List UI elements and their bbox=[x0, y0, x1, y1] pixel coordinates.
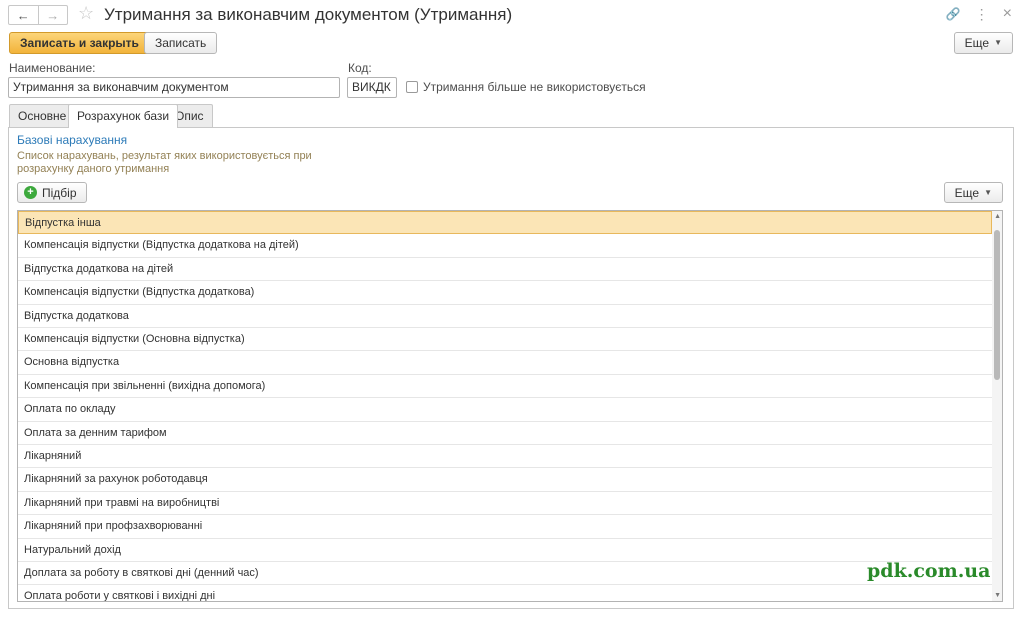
accruals-list[interactable]: ▲ ▼ Відпустка інша Компенсація відпустки … bbox=[17, 210, 1003, 602]
list-item[interactable]: Лікарняний при профзахворюванні bbox=[18, 515, 992, 539]
scrollbar[interactable]: ▲ ▼ bbox=[992, 211, 1002, 601]
back-arrow-icon[interactable]: ← bbox=[9, 6, 38, 24]
code-input[interactable]: ВИКДК bbox=[347, 77, 397, 98]
scroll-up-icon[interactable]: ▲ bbox=[994, 213, 1001, 220]
base-accruals-link[interactable]: Базові нарахування bbox=[17, 133, 127, 147]
list-item[interactable]: Натуральний дохід bbox=[18, 539, 992, 562]
history-nav: ← → bbox=[8, 5, 68, 25]
list-item[interactable]: Лікарняний за рахунок роботодавця bbox=[18, 468, 992, 492]
list-item[interactable]: Оплата роботи у святкові і вихідні дні bbox=[18, 585, 992, 601]
list-item[interactable]: Відпустка додаткова bbox=[18, 305, 992, 328]
link-icon[interactable]: 🔗 bbox=[946, 5, 961, 23]
list-item[interactable]: Відпустка додаткова на дітей bbox=[18, 258, 992, 282]
pick-label: Підбір bbox=[42, 185, 77, 200]
list-item[interactable]: Лікарняний bbox=[18, 445, 992, 469]
forward-arrow-icon[interactable]: → bbox=[37, 6, 68, 24]
list-more-label: Еще bbox=[954, 185, 980, 200]
more-actions-button[interactable]: Еще ▼ bbox=[953, 32, 1013, 54]
list-item[interactable]: Відпустка інша bbox=[18, 211, 992, 235]
favorite-star-icon[interactable]: ☆ bbox=[78, 3, 94, 23]
save-button[interactable]: Записать bbox=[144, 32, 218, 54]
scroll-down-icon[interactable]: ▼ bbox=[994, 592, 1001, 599]
watermark: pdk.com.ua bbox=[867, 560, 991, 582]
tab-base-calculation[interactable]: Розрахунок бази bbox=[68, 104, 179, 128]
list-item[interactable]: Лікарняний при травмі на виробництві bbox=[18, 492, 992, 516]
pick-button[interactable]: + Підбір bbox=[17, 182, 87, 203]
scrollbar-thumb[interactable] bbox=[994, 230, 1000, 380]
list-item[interactable]: Доплата за роботу в святкові дні (денний… bbox=[18, 562, 992, 586]
window-controls: 🔗 ⋮ × bbox=[946, 5, 1012, 23]
chevron-down-icon: ▼ bbox=[994, 38, 1002, 47]
list-more-button[interactable]: Еще ▼ bbox=[943, 182, 1003, 203]
base-accruals-description: Список нарахувань, результат яких викори… bbox=[17, 150, 312, 175]
unused-checkbox[interactable] bbox=[406, 81, 418, 93]
list-item[interactable]: Оплата за денним тарифом bbox=[18, 422, 992, 445]
window-title: Утримання за виконавчим документом (Утри… bbox=[104, 5, 513, 24]
list-item[interactable]: Основна відпустка bbox=[18, 351, 992, 375]
more-label: Еще bbox=[964, 36, 990, 50]
list-item[interactable]: Оплата по окладу bbox=[18, 398, 992, 422]
code-label: Код: bbox=[348, 61, 372, 75]
plus-icon: + bbox=[24, 186, 37, 199]
list-item[interactable]: Компенсація відпустки (Відпустка додатко… bbox=[18, 281, 992, 305]
name-input[interactable]: Утримання за виконавчим документом bbox=[8, 77, 340, 98]
list-item[interactable]: Компенсація відпустки (Основна відпустка… bbox=[18, 328, 992, 352]
list-item[interactable]: Компенсація при звільненні (вихідна допо… bbox=[18, 375, 992, 399]
tab-main[interactable]: Основне bbox=[9, 104, 76, 127]
unused-checkbox-label[interactable]: Утримання більше не використовується bbox=[423, 80, 646, 94]
list-item[interactable]: Компенсація відпустки (Відпустка додатко… bbox=[18, 234, 992, 258]
close-icon[interactable]: × bbox=[1003, 5, 1012, 23]
more-menu-icon[interactable]: ⋮ bbox=[975, 5, 989, 23]
save-and-close-button[interactable]: Записать и закрыть bbox=[9, 32, 150, 54]
chevron-down-icon: ▼ bbox=[984, 187, 992, 197]
name-label: Наименование: bbox=[9, 61, 96, 75]
